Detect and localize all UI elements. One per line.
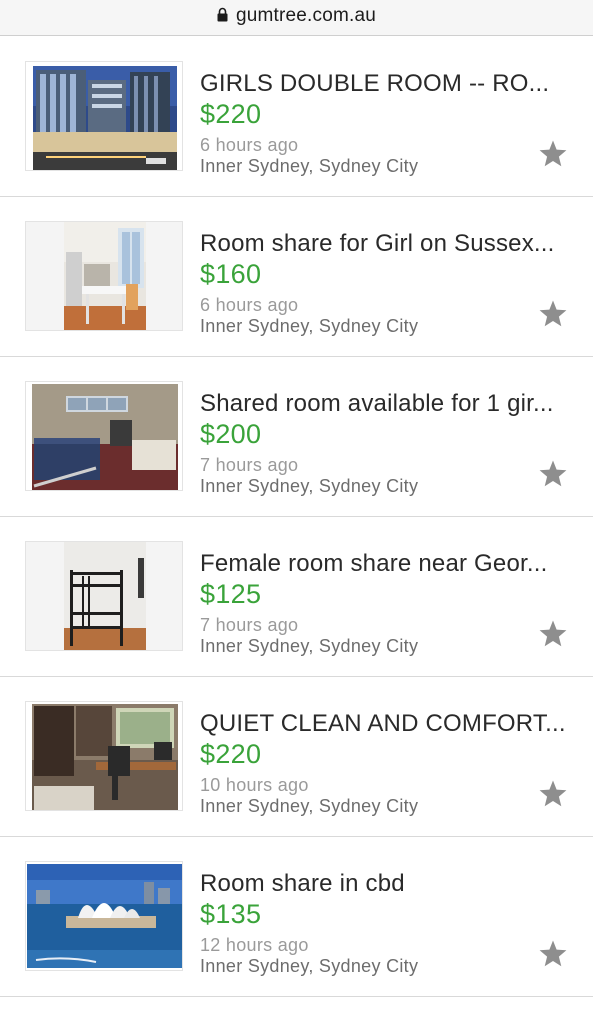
opera-house-photo: [26, 862, 182, 970]
kitchen-room-photo: [26, 222, 182, 330]
listing-thumbnail[interactable]: [25, 541, 183, 651]
url-display[interactable]: gumtree.com.au: [0, 5, 593, 27]
listing-item[interactable]: Female room share near Geor... $125 7 ho…: [0, 517, 593, 677]
star-icon[interactable]: [538, 459, 568, 489]
listing-thumbnail[interactable]: [25, 61, 183, 171]
listing-item[interactable]: Room share in cbd $135 12 hours ago Inne…: [0, 837, 593, 997]
listing-thumbnail[interactable]: [25, 221, 183, 331]
star-icon[interactable]: [538, 619, 568, 649]
listing-location: Inner Sydney, Sydney City: [200, 956, 419, 976]
listing-title[interactable]: Room share in cbd: [200, 870, 572, 898]
listing-location: Inner Sydney, Sydney City: [200, 796, 419, 816]
listing-item[interactable]: GIRLS DOUBLE ROOM -- RO... $220 6 hours …: [0, 37, 593, 197]
listing-thumbnail[interactable]: [25, 701, 183, 811]
listing-time: 10 hours ago: [200, 775, 309, 795]
listing-price: $160: [200, 259, 262, 289]
listing-item[interactable]: Room share for Girl on Sussex... $160 6 …: [0, 197, 593, 357]
listing-location: Inner Sydney, Sydney City: [200, 156, 419, 176]
browser-url-bar[interactable]: gumtree.com.au: [0, 0, 593, 36]
listing-time: 6 hours ago: [200, 135, 299, 155]
listing-list: GIRLS DOUBLE ROOM -- RO... $220 6 hours …: [0, 37, 593, 997]
listing-title[interactable]: Female room share near Geor...: [200, 550, 572, 578]
listing-thumbnail[interactable]: [25, 861, 183, 971]
bedroom-photo: [26, 382, 182, 490]
listing-title[interactable]: QUIET CLEAN AND COMFORT...: [200, 710, 572, 738]
star-icon[interactable]: [538, 139, 568, 169]
listing-price: $220: [200, 739, 262, 769]
listing-thumbnail[interactable]: [25, 381, 183, 491]
listing-location: Inner Sydney, Sydney City: [200, 636, 419, 656]
listing-location: Inner Sydney, Sydney City: [200, 476, 419, 496]
city-building-photo: [26, 62, 182, 170]
url-text: gumtree.com.au: [235, 5, 377, 26]
star-icon[interactable]: [538, 299, 568, 329]
listing-price: $200: [200, 419, 262, 449]
listing-time: 7 hours ago: [200, 455, 299, 475]
listing-title[interactable]: Room share for Girl on Sussex...: [200, 230, 572, 258]
star-icon[interactable]: [538, 939, 568, 969]
listing-price: $125: [200, 579, 262, 609]
study-room-photo: [26, 702, 182, 810]
listing-price: $220: [200, 99, 262, 129]
listing-time: 6 hours ago: [200, 295, 299, 315]
listing-time: 7 hours ago: [200, 615, 299, 635]
star-icon[interactable]: [538, 779, 568, 809]
listing-title[interactable]: Shared room available for 1 gir...: [200, 390, 572, 418]
listing-item[interactable]: Shared room available for 1 gir... $200 …: [0, 357, 593, 517]
lock-icon: [217, 7, 228, 22]
listing-location: Inner Sydney, Sydney City: [200, 316, 419, 336]
bunk-bed-photo: [26, 542, 182, 650]
listing-price: $135: [200, 899, 262, 929]
listing-time: 12 hours ago: [200, 935, 309, 955]
listing-title[interactable]: GIRLS DOUBLE ROOM -- RO...: [200, 70, 572, 98]
listing-item[interactable]: QUIET CLEAN AND COMFORT... $220 10 hours…: [0, 677, 593, 837]
